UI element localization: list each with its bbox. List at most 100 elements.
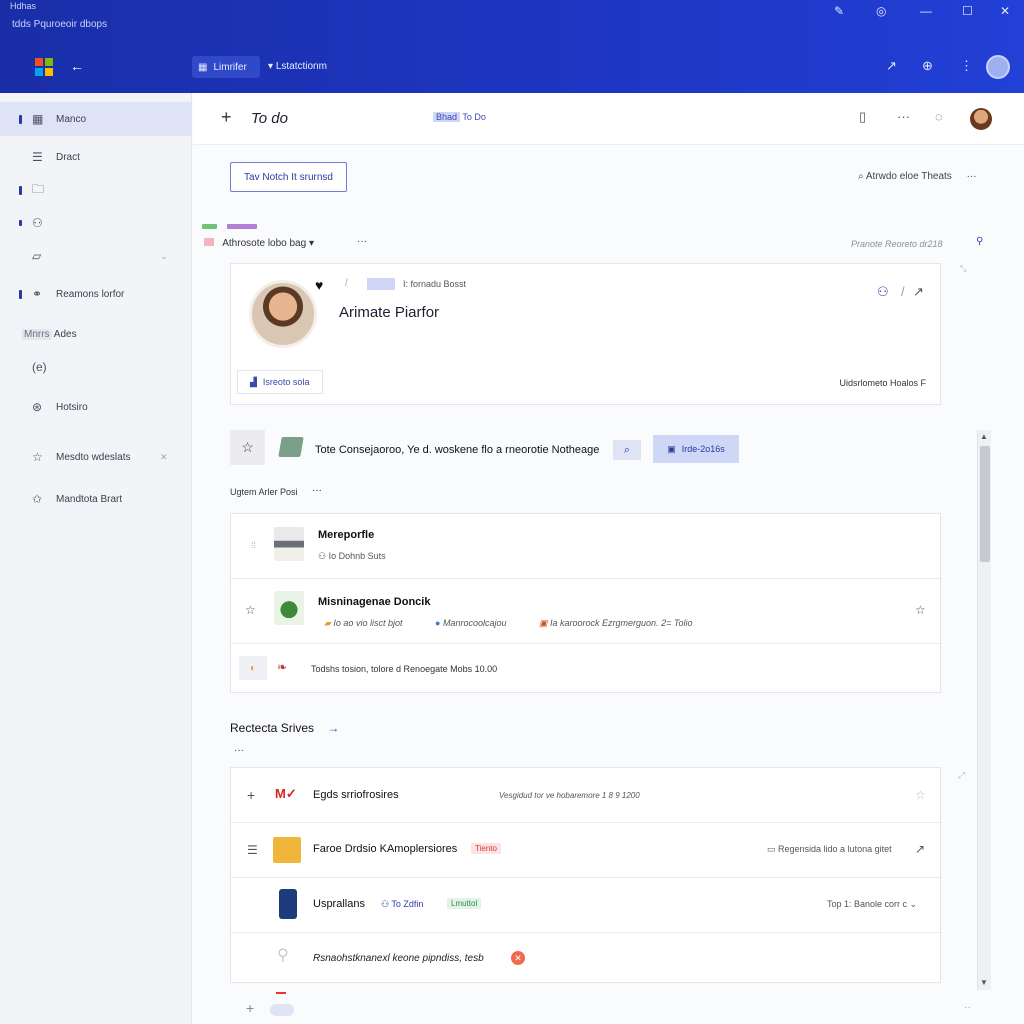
post-thumbnail[interactable] (274, 527, 304, 561)
sidebar-item-mention[interactable]: (e) (0, 352, 192, 382)
globe-icon: ⊛ (32, 400, 43, 414)
grid-icon: ▦ (32, 112, 44, 126)
breadcrumb[interactable]: ▾ Lstatctionm (268, 61, 327, 72)
settings-icon[interactable]: ⊕ (922, 58, 933, 74)
star-icon: ☆ (241, 439, 254, 455)
sidebar-section-heading: Mnrrs Ades (22, 329, 77, 340)
list-item[interactable]: + M✓ Egds srriofrosires Vesgidud tor ve … (231, 768, 942, 823)
expand-icon[interactable]: ⤡ (960, 264, 966, 274)
scroll-down-icon[interactable]: ▼ (980, 978, 988, 987)
star-icon[interactable]: ☆ (915, 788, 926, 802)
sidebar-item-note[interactable]: ▱ ⌄ (0, 241, 192, 271)
more-vertical-icon[interactable]: ⋮ (960, 58, 973, 74)
sidebar-item-hotsiro[interactable]: ⊛ Hotsiro (0, 392, 192, 422)
person-add-icon[interactable]: ⚇ (877, 284, 889, 300)
bookmark-icon[interactable]: ❧ (277, 660, 287, 674)
phone-icon[interactable] (279, 889, 297, 919)
menu-icon: ☰ (32, 150, 43, 164)
more-horizontal-icon[interactable]: ··· (357, 236, 367, 247)
profile-footer-info: Uidsrlometo Hoalos F (839, 378, 926, 388)
workspace-chip[interactable]: ▦ Limrifer (192, 56, 260, 78)
footer-pill[interactable] (270, 1004, 294, 1016)
mail-icon: M✓ (275, 786, 297, 801)
menu-icon[interactable]: ☰ (247, 843, 258, 857)
list-item[interactable]: ⁞⁞ Mereporfle ⚇ Io Dohnb Suts (231, 514, 942, 579)
search-button[interactable]: ⌕ (613, 440, 641, 460)
filter-link[interactable]: ⌕ Atrwdo eloe Theats ··· (858, 171, 977, 182)
featured-button[interactable]: ▣ Irde-2o16s (653, 435, 739, 463)
user-small-icon: ⚇ (318, 551, 329, 561)
file-thumbnail[interactable] (273, 837, 301, 863)
user-avatar[interactable] (986, 55, 1010, 79)
list-item[interactable]: ☰ Faroe Drdsio KAmoplersiores Tiento ▭ R… (231, 823, 942, 878)
add-icon[interactable]: + (247, 787, 255, 803)
scrollbar[interactable]: ▲ ▼ (977, 430, 991, 990)
open-external-icon[interactable]: ↗ (913, 284, 924, 300)
header-avatar[interactable] (970, 108, 992, 130)
drag-handle-icon[interactable]: ⁞⁞ (251, 540, 256, 550)
favorite-button[interactable]: ☆ (230, 430, 265, 465)
sidebar-item-mesdto[interactable]: ☆ Mesdto wdeslats ✕ (0, 442, 192, 472)
heart-icon[interactable]: ♥ (315, 277, 323, 293)
sidebar-item-folder[interactable]: 🗀 (0, 175, 192, 205)
expand-icon[interactable]: ⤢ (958, 770, 965, 781)
profile-footer-button[interactable]: ▟ Isreoto sola (237, 370, 323, 394)
post-list-header: Ugtem Arler Posi (230, 487, 298, 497)
chevron-down-icon[interactable]: ⌄ (160, 251, 168, 262)
sort-dropdown[interactable]: Top 1: Banole corr c ⌄ (827, 899, 917, 910)
add-icon[interactable]: + (246, 1000, 254, 1016)
list-item[interactable]: Usprallans ⚇ To Zdfin Lmuttol Top 1: Ban… (231, 878, 942, 933)
primary-action-button[interactable]: Tav Notch It srurnsd (230, 162, 347, 192)
sidebar-item-reamons[interactable]: ⚭ Reamons lorfor (0, 279, 192, 309)
sidebar-item-manco[interactable]: ▦ Manco (0, 102, 192, 136)
app-logo-icon[interactable] (35, 58, 53, 76)
page-title: To do (251, 110, 288, 127)
pin-icon[interactable]: ✎ (834, 4, 844, 18)
pin-icon[interactable]: ⚲ (976, 236, 983, 247)
list-item[interactable]: ◐ ❧ Todshs tosion, tolore d Renoegate Mo… (231, 644, 942, 694)
scrollbar-thumb[interactable] (980, 446, 990, 562)
minimize-icon[interactable]: — (920, 4, 932, 18)
share-icon[interactable]: ◎ (876, 4, 886, 18)
sidebar-item-dract[interactable]: ☰ Dract (0, 142, 192, 172)
more-horizontal-icon[interactable]: ·· (964, 1002, 971, 1013)
feed-section[interactable]: Athrosote lobo bag ▾ (204, 238, 314, 249)
remove-icon[interactable]: ✕ (511, 951, 525, 965)
recent-section-title[interactable]: Rectecta Srives → (230, 721, 339, 735)
more-horizontal-icon[interactable]: ··· (234, 745, 244, 756)
add-icon[interactable]: + (221, 107, 232, 128)
tag-icon[interactable]: ◐ (239, 656, 267, 680)
book-icon[interactable]: ▯ (859, 109, 866, 125)
post-thumbnail[interactable] (274, 591, 304, 625)
status-badge: Lmuttol (447, 898, 482, 909)
profile-name: Arimate Piarfor (339, 304, 440, 321)
sidebar-item-mandtota[interactable]: ✩ Mandtota Brart (0, 484, 192, 514)
maximize-icon[interactable]: ☐ (962, 4, 973, 18)
status-icon[interactable]: ◌ (935, 109, 943, 124)
star-icon[interactable]: ☆ (245, 603, 256, 617)
sidebar-item-person[interactable]: ⚇ (0, 208, 192, 238)
more-horizontal-icon[interactable]: ··· (312, 485, 322, 496)
more-horizontal-icon[interactable]: ··· (967, 171, 977, 182)
star-icon[interactable]: ☆ (915, 603, 926, 617)
list-item[interactable]: ⚲ Rsnaohstknanexl keone pipndiss, tesb ✕ (231, 933, 942, 984)
list-item[interactable]: ☆ Misninagenae Doncik ▰ Io ao vio lisct … (231, 579, 942, 644)
user-placeholder-icon: ⚲ (277, 947, 289, 964)
app-name: Hdhas (10, 1, 37, 11)
chart-icon: ▟ (250, 376, 257, 387)
monitor-icon: ▭ (767, 844, 779, 854)
activity-icon[interactable]: ↗ (886, 58, 897, 74)
open-external-icon[interactable]: ↗ (915, 842, 925, 856)
profile-tag (367, 278, 395, 290)
grid-small-icon: ▦ (198, 61, 208, 73)
profile-card[interactable]: ♥ / I: fornadu Bosst Arimate Piarfor ⚇ /… (230, 263, 941, 405)
close-small-icon[interactable]: ✕ (160, 452, 168, 463)
more-horizontal-icon[interactable]: ··· (897, 109, 910, 124)
header-tag[interactable]: Bhad To Do (433, 112, 486, 122)
feed-timestamp: Pranote Reoreto dr218 (851, 239, 943, 249)
scroll-up-icon[interactable]: ▲ (980, 432, 988, 441)
close-icon[interactable]: ✕ (1000, 4, 1010, 18)
flag-icon (204, 238, 214, 246)
profile-photo[interactable] (249, 280, 317, 348)
back-arrow-icon[interactable]: ← (70, 58, 84, 74)
